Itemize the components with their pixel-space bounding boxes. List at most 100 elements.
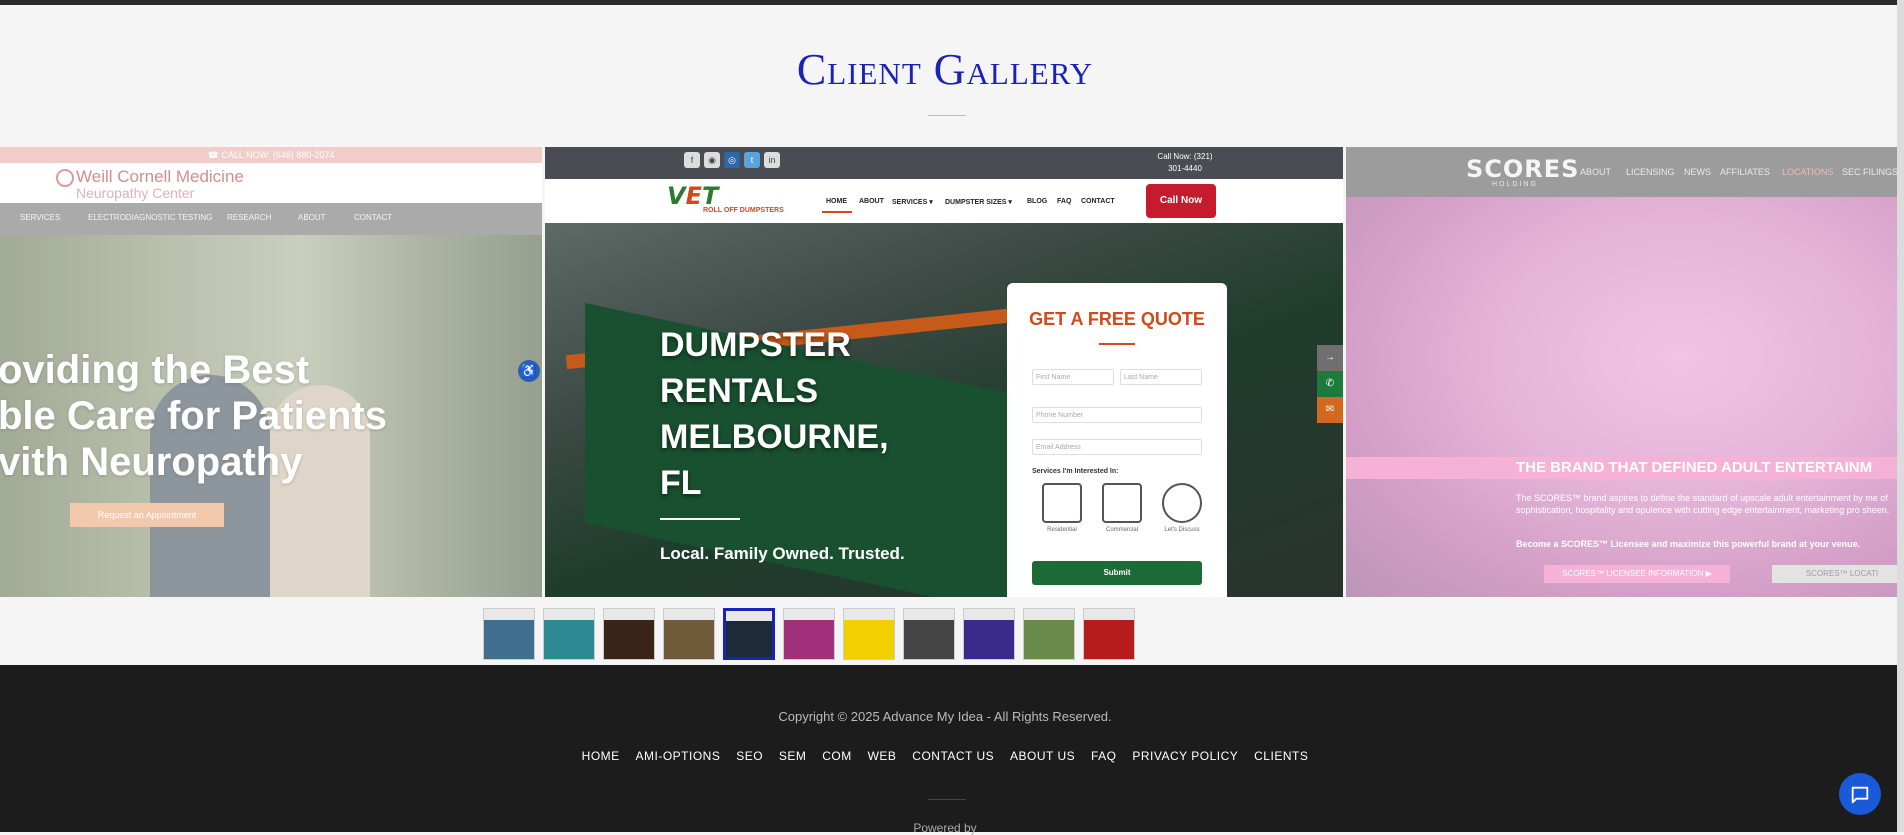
gallery-thumbnail[interactable] xyxy=(1023,608,1075,660)
nav-item: AFFILIATES xyxy=(1720,167,1770,177)
slide-scores-holding[interactable]: SCORES HOLDING ABOUT LICENSING NEWS AFFI… xyxy=(1346,147,1904,597)
option-label: Residential xyxy=(1047,527,1077,533)
thumbnail-image xyxy=(1024,609,1074,659)
footer-link-home[interactable]: HOME xyxy=(582,749,620,763)
phone-icon[interactable]: ✆ xyxy=(1317,371,1343,397)
arrow-icon[interactable]: → xyxy=(1317,345,1343,371)
gallery-thumbnail[interactable] xyxy=(723,608,775,660)
hero-line: MELBOURNE, xyxy=(660,418,889,456)
submit-button[interactable]: Submit xyxy=(1032,561,1202,585)
hero-divider xyxy=(660,518,740,520)
logo-icon xyxy=(56,169,74,187)
hero-line: FL xyxy=(660,464,702,502)
facebook-icon: f xyxy=(684,152,700,168)
quote-form: GET A FREE QUOTE First Name Last Name Ph… xyxy=(1007,283,1227,597)
active-nav-underline xyxy=(822,211,852,213)
building-icon xyxy=(1102,483,1142,523)
quote-title: GET A FREE QUOTE xyxy=(1029,309,1205,329)
nav-item: CONTACT xyxy=(354,213,393,222)
linkedin-icon: in xyxy=(764,152,780,168)
house-icon xyxy=(1042,483,1082,523)
hero-line: ble Care for Patients xyxy=(0,394,388,438)
gallery-thumbnail[interactable] xyxy=(963,608,1015,660)
logo-subtext: Neuropathy Center xyxy=(76,185,195,201)
licensee-info-button: SCORES™ LICENSEE INFORMATION ▶ xyxy=(1544,565,1730,583)
copyright-text: Copyright © 2025 Advance My Idea - All R… xyxy=(778,709,1112,724)
footer: Copyright © 2025 Advance My Idea - All R… xyxy=(0,665,1904,835)
gallery-thumbnail[interactable] xyxy=(903,608,955,660)
email-field[interactable]: Email Address xyxy=(1032,439,1202,455)
nav-item: HOME xyxy=(826,198,847,205)
first-name-field[interactable]: First Name xyxy=(1032,369,1114,385)
quote-divider xyxy=(1099,343,1135,345)
chat-bubble-icon xyxy=(1162,483,1202,523)
nav-item: DUMPSTER SIZES ▾ xyxy=(945,199,1012,206)
footer-link-privacy-policy[interactable]: PRIVACY POLICY xyxy=(1132,749,1238,763)
option-commercial[interactable]: Commercial xyxy=(1097,483,1147,539)
accessibility-icon[interactable]: ♿ xyxy=(518,360,540,382)
brand-cta-text: Become a SCORES™ Licensee and maximize t… xyxy=(1516,539,1861,549)
nav-item: SEC FILINGS xyxy=(1842,167,1899,177)
option-residential[interactable]: Residential xyxy=(1037,483,1087,539)
page-title: Client Gallery xyxy=(796,45,1094,94)
footer-link-web[interactable]: WEB xyxy=(868,749,897,763)
logo-subtext: HOLDING xyxy=(1492,181,1538,188)
chat-icon[interactable] xyxy=(1839,773,1881,815)
hero-line: RENTALS xyxy=(660,372,819,410)
nav-item: SERVICES ▾ xyxy=(892,199,933,206)
thumbnail-image xyxy=(726,611,772,657)
nav-item: SERVICES xyxy=(20,213,61,222)
message-icon[interactable]: ✉ xyxy=(1317,397,1343,423)
interest-label: Services I'm Interested In: xyxy=(1032,468,1119,475)
logo-subtext: ROLL OFF DUMPSTERS xyxy=(703,207,784,214)
hero-line: vith Neuropathy xyxy=(0,440,303,484)
location-icon: ◉ xyxy=(704,152,720,168)
nav-item: RESEARCH xyxy=(227,213,272,222)
gallery-thumbnail[interactable] xyxy=(663,608,715,660)
footer-link-sem[interactable]: SEM xyxy=(779,749,807,763)
nav-item: ABOUT xyxy=(298,213,326,222)
slide-nav: SERVICES ELECTRODIAGNOSTIC TESTING RESEA… xyxy=(0,203,542,235)
footer-link-faq[interactable]: FAQ xyxy=(1091,749,1117,763)
slide-vet-dumpsters[interactable]: f ◉ ◎ t in Call Now: (321) 301-4440 VET R… xyxy=(545,147,1343,597)
brand-heading: THE BRAND THAT DEFINED ADULT ENTERTAINM xyxy=(1516,459,1873,476)
gallery-thumbnail[interactable] xyxy=(483,608,535,660)
thumbnail-image xyxy=(904,609,954,659)
top-strip: f ◉ ◎ t in Call Now: (321) 301-4440 xyxy=(545,147,1343,179)
footer-link-ami-options[interactable]: AMI-OPTIONS xyxy=(636,749,721,763)
gallery-thumbnail[interactable] xyxy=(603,608,655,660)
thumbnail-image xyxy=(664,609,714,659)
title-divider xyxy=(928,115,966,116)
footer-link-about-us[interactable]: ABOUT US xyxy=(1010,749,1075,763)
nav-item: FAQ xyxy=(1057,198,1072,205)
phone-field[interactable]: Phone Number xyxy=(1032,407,1202,423)
thumbnail-image xyxy=(544,609,594,659)
scores-logo: SCORES xyxy=(1466,155,1580,183)
option-discuss[interactable]: Let's Discuss xyxy=(1157,483,1207,539)
thumbnail-image xyxy=(844,609,894,659)
gallery-thumbnail[interactable] xyxy=(843,608,895,660)
footer-divider xyxy=(928,799,966,800)
footer-link-com[interactable]: COM xyxy=(822,749,852,763)
gallery-slider[interactable]: ☎ CALL NOW: (646) 880-2074 Weill Cornell… xyxy=(0,147,1904,597)
gallery-thumbnail[interactable] xyxy=(543,608,595,660)
nav-item: BLOG xyxy=(1027,198,1048,205)
gallery-thumbnail[interactable] xyxy=(783,608,835,660)
gallery-thumbnail[interactable] xyxy=(1083,608,1135,660)
hero-heading: oviding the Best ble Care for Patients v… xyxy=(0,347,387,485)
call-now-button: Call Now xyxy=(1146,184,1216,218)
footer-link-clients[interactable]: CLIENTS xyxy=(1254,749,1308,763)
footer-link-contact-us[interactable]: CONTACT US xyxy=(912,749,994,763)
hero-line: DUMPSTER xyxy=(660,326,851,364)
scrollbar[interactable] xyxy=(1897,0,1904,832)
nav-item: CONTACT xyxy=(1081,198,1115,205)
hero-photo xyxy=(1346,197,1904,597)
nav-item: LICENSING xyxy=(1626,167,1675,177)
slide-weill-cornell[interactable]: ☎ CALL NOW: (646) 880-2074 Weill Cornell… xyxy=(0,147,542,597)
nav-item: NEWS xyxy=(1684,167,1711,177)
slide-header: Weill Cornell Medicine Neuropathy Center xyxy=(0,163,542,203)
appointment-button: Request an Appointment xyxy=(70,503,224,527)
footer-link-seo[interactable]: SEO xyxy=(736,749,763,763)
last-name-field[interactable]: Last Name xyxy=(1120,369,1202,385)
nav-item: ABOUT xyxy=(1580,167,1612,177)
